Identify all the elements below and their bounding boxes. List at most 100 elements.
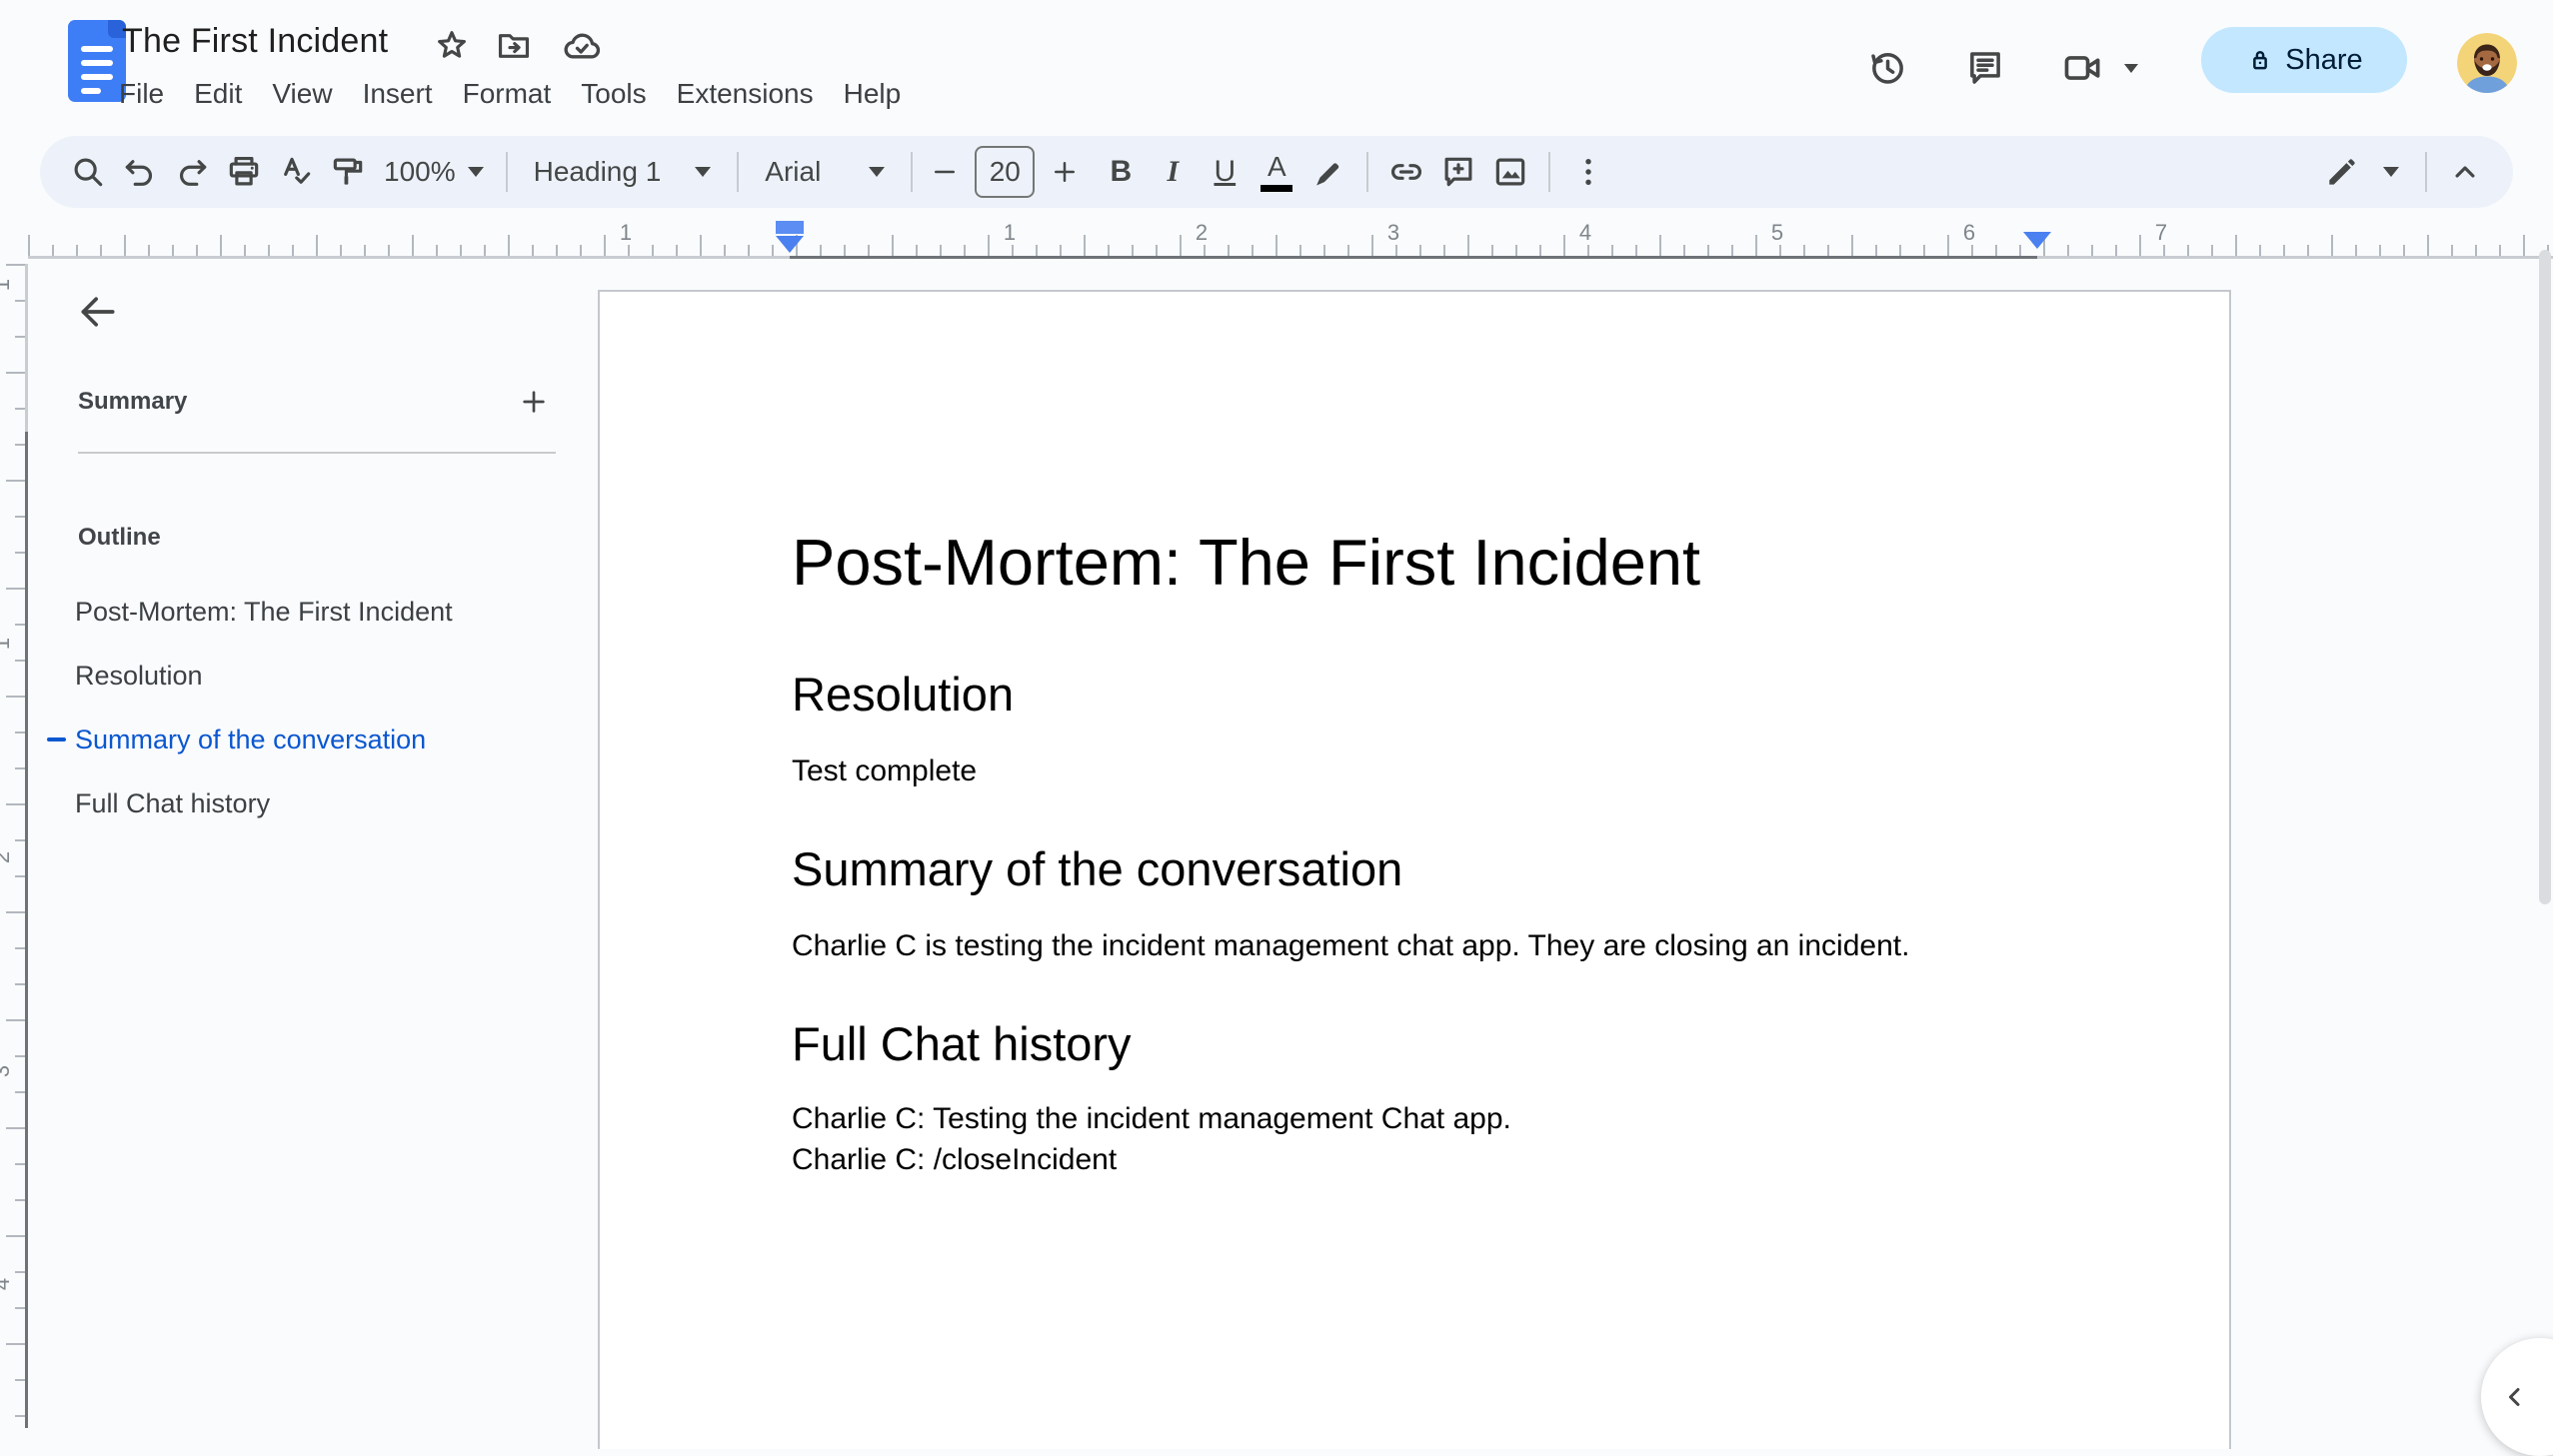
paragraph-style-value: Heading 1	[533, 156, 662, 187]
bold-button[interactable]: B	[1095, 146, 1147, 198]
ruler-number: 4	[0, 1278, 15, 1290]
cloud-saved-icon[interactable]	[562, 26, 602, 66]
font-size-input[interactable]: 20	[975, 146, 1036, 198]
doc-paragraph[interactable]: Charlie C: Testing the incident manageme…	[792, 1098, 2037, 1139]
insert-image-icon[interactable]	[1484, 146, 1536, 198]
menu-item[interactable]: Insert	[348, 70, 448, 118]
ruler-number: 1	[1003, 220, 1017, 245]
menu-item[interactable]: Tools	[566, 70, 661, 118]
menu-item[interactable]: Help	[829, 70, 917, 118]
vertical-ruler: 1 1 2 3 4	[0, 264, 28, 1428]
add-comment-icon[interactable]	[1432, 146, 1484, 198]
toolbar-divider	[911, 152, 914, 192]
comments-icon[interactable]	[1957, 40, 2013, 96]
chevron-down-icon	[2383, 167, 2399, 177]
redo-icon[interactable]	[166, 146, 218, 198]
decrease-font-size-icon[interactable]	[925, 146, 965, 198]
outline-item[interactable]: Summary of the conversation	[47, 708, 565, 771]
doc-heading-chat[interactable]: Full Chat history	[792, 1016, 2037, 1072]
hide-menus-icon[interactable]	[2439, 146, 2491, 198]
first-line-indent-marker[interactable]	[776, 221, 804, 234]
paint-format-icon[interactable]	[322, 146, 374, 198]
text-color-swatch	[1261, 184, 1293, 192]
google-docs-app: { "header": { "title": "The First Incide…	[0, 0, 2553, 1456]
doc-title-heading[interactable]: Post-Mortem: The First Incident	[792, 525, 2037, 601]
active-section-dash	[47, 737, 66, 741]
document-page[interactable]: Post-Mortem: The First Incident Resoluti…	[598, 290, 2231, 1449]
menu-item[interactable]: Edit	[179, 70, 257, 118]
toolbar: 100% Heading 1 Arial 20 B I U A	[40, 136, 2513, 208]
ruler-number: 2	[0, 851, 15, 863]
ruler-number: 1	[0, 638, 15, 650]
menu-item[interactable]: Extensions	[662, 70, 829, 118]
ruler-number: 5	[1770, 220, 1784, 245]
vertical-scrollbar-thumb[interactable]	[2539, 250, 2551, 904]
lock-icon	[2253, 51, 2268, 70]
print-icon[interactable]	[218, 146, 270, 198]
document-outline: Post-Mortem: The First Incident Resoluti…	[47, 580, 565, 835]
undo-icon[interactable]	[114, 146, 166, 198]
menu-item[interactable]: Format	[448, 70, 567, 118]
menu-item[interactable]: File	[104, 70, 179, 118]
ruler-number: 4	[1578, 220, 1592, 245]
meet-video-icon[interactable]	[2055, 40, 2111, 96]
paragraph-style-select[interactable]: Heading 1	[520, 156, 726, 188]
font-size-value: 20	[989, 156, 1021, 187]
outline-item[interactable]: Post-Mortem: The First Incident	[75, 580, 565, 644]
editing-mode-select[interactable]	[2309, 153, 2413, 191]
highlight-color-icon[interactable]	[1302, 146, 1354, 198]
ruler-number: 7	[2154, 220, 2168, 245]
star-icon[interactable]	[432, 26, 472, 66]
search-menus-icon[interactable]	[62, 146, 114, 198]
ruler-number: 2	[1195, 220, 1209, 245]
sidebar-divider	[78, 452, 556, 454]
insert-link-icon[interactable]	[1380, 146, 1432, 198]
doc-heading-summary[interactable]: Summary of the conversation	[792, 841, 2037, 897]
logo-line	[81, 46, 113, 52]
more-toolbar-icon[interactable]	[1562, 146, 1614, 198]
logo-line	[81, 88, 101, 94]
menu-bar: File Edit View Insert Format Tools Extensions H…	[104, 70, 916, 118]
summary-label: Summary	[78, 388, 188, 415]
meet-dropdown-caret-icon[interactable]	[2113, 40, 2149, 96]
spellcheck-icon[interactable]	[270, 146, 322, 198]
summary-section: Summary	[78, 380, 556, 424]
toolbar-divider	[737, 152, 740, 192]
horizontal-ruler: 1 1 2 3 4 5 6 7	[28, 218, 2553, 260]
left-indent-marker[interactable]	[776, 236, 804, 253]
doc-paragraph[interactable]: Test complete	[792, 750, 2037, 791]
doc-paragraph[interactable]: Charlie C is testing the incident manage…	[792, 925, 2037, 966]
editing-mode-icon	[2329, 159, 2355, 185]
right-indent-marker[interactable]	[2023, 232, 2051, 249]
font-family-value: Arial	[765, 156, 822, 187]
add-summary-icon[interactable]	[512, 380, 556, 424]
ruler-number: 3	[0, 1065, 15, 1077]
doc-paragraph[interactable]: Charlie C: /closeIncident	[792, 1139, 2037, 1180]
doc-heading-resolution[interactable]: Resolution	[792, 667, 2037, 723]
version-history-icon[interactable]	[1859, 40, 1915, 96]
outline-item[interactable]: Full Chat history	[75, 771, 565, 835]
italic-button[interactable]: I	[1147, 146, 1199, 198]
share-button[interactable]: Share	[2201, 27, 2407, 93]
account-avatar[interactable]	[2457, 33, 2517, 93]
logo-line	[81, 60, 113, 66]
ruler-number: 6	[1962, 220, 1976, 245]
side-panel-icon	[2509, 1388, 2520, 1406]
zoom-value: 100%	[384, 156, 456, 187]
menu-item[interactable]: View	[257, 70, 347, 118]
show-side-panel-button[interactable]	[2481, 1338, 2553, 1456]
zoom-select[interactable]: 100%	[374, 156, 494, 188]
font-family-select[interactable]: Arial	[751, 156, 899, 188]
document-title[interactable]: The First Incident	[122, 22, 388, 61]
move-folder-icon[interactable]	[494, 26, 534, 66]
toolbar-divider	[505, 152, 508, 192]
chevron-down-icon	[467, 167, 484, 177]
close-outline-icon[interactable]	[70, 284, 126, 340]
outline-item[interactable]: Resolution	[75, 644, 565, 708]
underline-button[interactable]: U	[1199, 146, 1251, 198]
text-color-button[interactable]: A	[1251, 146, 1302, 198]
increase-font-size-icon[interactable]	[1045, 146, 1085, 198]
chevron-down-icon	[869, 167, 886, 177]
toolbar-divider	[1548, 152, 1551, 192]
ruler-number: 3	[1386, 220, 1400, 245]
